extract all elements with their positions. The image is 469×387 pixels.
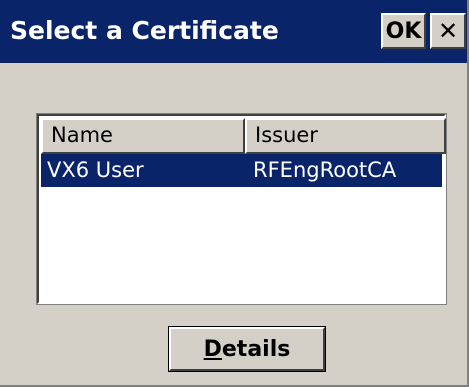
details-label: etails — [221, 336, 291, 362]
certificate-name: VX6 User — [47, 158, 144, 182]
certificate-dialog: Select a Certificate OK ✕ Name Issuer VX… — [0, 0, 469, 387]
details-mnemonic: D — [203, 336, 222, 362]
list-item[interactable]: VX6 User RFEngRootCA — [41, 154, 442, 187]
window-title: Select a Certificate — [10, 16, 279, 45]
certificate-list[interactable]: Name Issuer VX6 User RFEngRootCA — [36, 113, 447, 305]
close-button[interactable]: ✕ — [430, 13, 466, 49]
details-button[interactable]: Details — [168, 326, 326, 372]
certificate-issuer: RFEngRootCA — [253, 158, 397, 182]
close-icon: ✕ — [437, 17, 459, 45]
list-header: Name Issuer — [41, 118, 446, 154]
title-bar: Select a Certificate OK ✕ — [0, 0, 467, 63]
column-header-name[interactable]: Name — [41, 118, 245, 154]
column-header-issuer[interactable]: Issuer — [245, 118, 446, 154]
ok-button[interactable]: OK — [381, 13, 426, 49]
